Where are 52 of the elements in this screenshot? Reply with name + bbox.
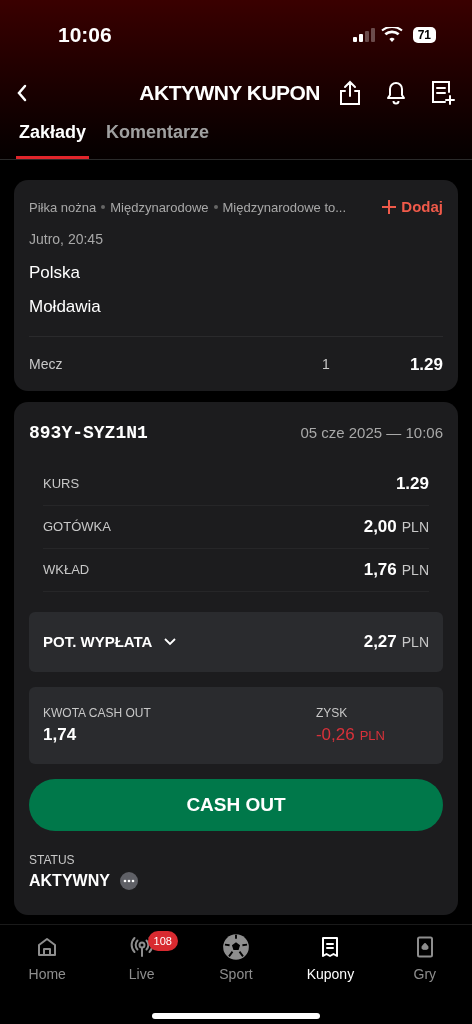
team-name: Mołdawia	[29, 296, 102, 318]
count-badge: 108	[147, 931, 178, 951]
status-label: STATUS	[29, 852, 76, 869]
wifi-icon	[380, 27, 403, 43]
tab[interactable]: Zakłady	[16, 119, 90, 159]
cash-out-button[interactable]: CASH OUT	[29, 779, 443, 831]
payout-value: 2,27	[363, 631, 397, 654]
profit-value: -0,26	[315, 723, 355, 746]
signal-icon	[352, 28, 375, 42]
market-name: Mecz	[29, 354, 63, 374]
payout-toggle[interactable]: POT. WYPŁATA	[43, 630, 177, 654]
status-time: 10:06	[58, 22, 112, 49]
event-time: Jutro, 20:45	[29, 229, 104, 249]
nav-item[interactable]: 108 Live	[94, 933, 189, 985]
football-icon	[222, 933, 250, 961]
currency-unit: PLN	[359, 726, 385, 745]
coupon-date: 05 cze 2025 — 10:06	[300, 423, 443, 444]
row-label: WKŁAD	[43, 561, 90, 580]
odds: 1.29	[409, 353, 443, 376]
nav-item[interactable]: Kupony	[283, 933, 378, 985]
breadcrumb-item: Międzynarodowe to...	[222, 198, 347, 217]
nav-item[interactable]: Sport	[188, 933, 284, 985]
row-label: GOTÓWKA	[43, 518, 111, 537]
row-label: KURS	[43, 475, 80, 494]
row-value: 1,76	[363, 559, 397, 582]
breadcrumb-item: Piłka nożna	[29, 198, 97, 217]
row-value: 2,00	[363, 516, 397, 539]
add-note-icon[interactable]	[430, 79, 456, 106]
currency-unit: PLN	[401, 561, 429, 581]
currency-unit: PLN	[401, 633, 429, 653]
page-title: AKTYWNY KUPON	[139, 79, 320, 106]
tab[interactable]: Komentarze	[103, 119, 213, 159]
status-value: AKTYWNY	[29, 871, 110, 891]
more-icon[interactable]	[119, 872, 138, 890]
add-button[interactable]: Dodaj	[382, 196, 443, 219]
cashout-label: KWOTA CASH OUT	[43, 704, 151, 722]
cashout-value: 1,74	[43, 723, 78, 746]
plus-icon	[382, 200, 397, 215]
nav-item[interactable]: Home	[0, 933, 95, 985]
pick: 1	[322, 354, 330, 374]
chevron-down-icon	[164, 638, 177, 646]
bell-icon[interactable]	[384, 79, 408, 106]
share-icon[interactable]	[338, 79, 362, 106]
broadcast-icon	[129, 935, 154, 959]
profit-label: ZYSK	[315, 704, 349, 722]
currency-unit: PLN	[401, 518, 429, 538]
row-value: 1.29	[395, 473, 429, 496]
breadcrumb-item: Międzynarodowe	[110, 198, 209, 217]
coupon-id: 893Y-SYZ1N1	[29, 422, 148, 445]
battery-indicator: 71	[412, 27, 436, 43]
nav-item[interactable]: Gry	[377, 933, 472, 985]
team-name: Polska	[29, 261, 82, 284]
